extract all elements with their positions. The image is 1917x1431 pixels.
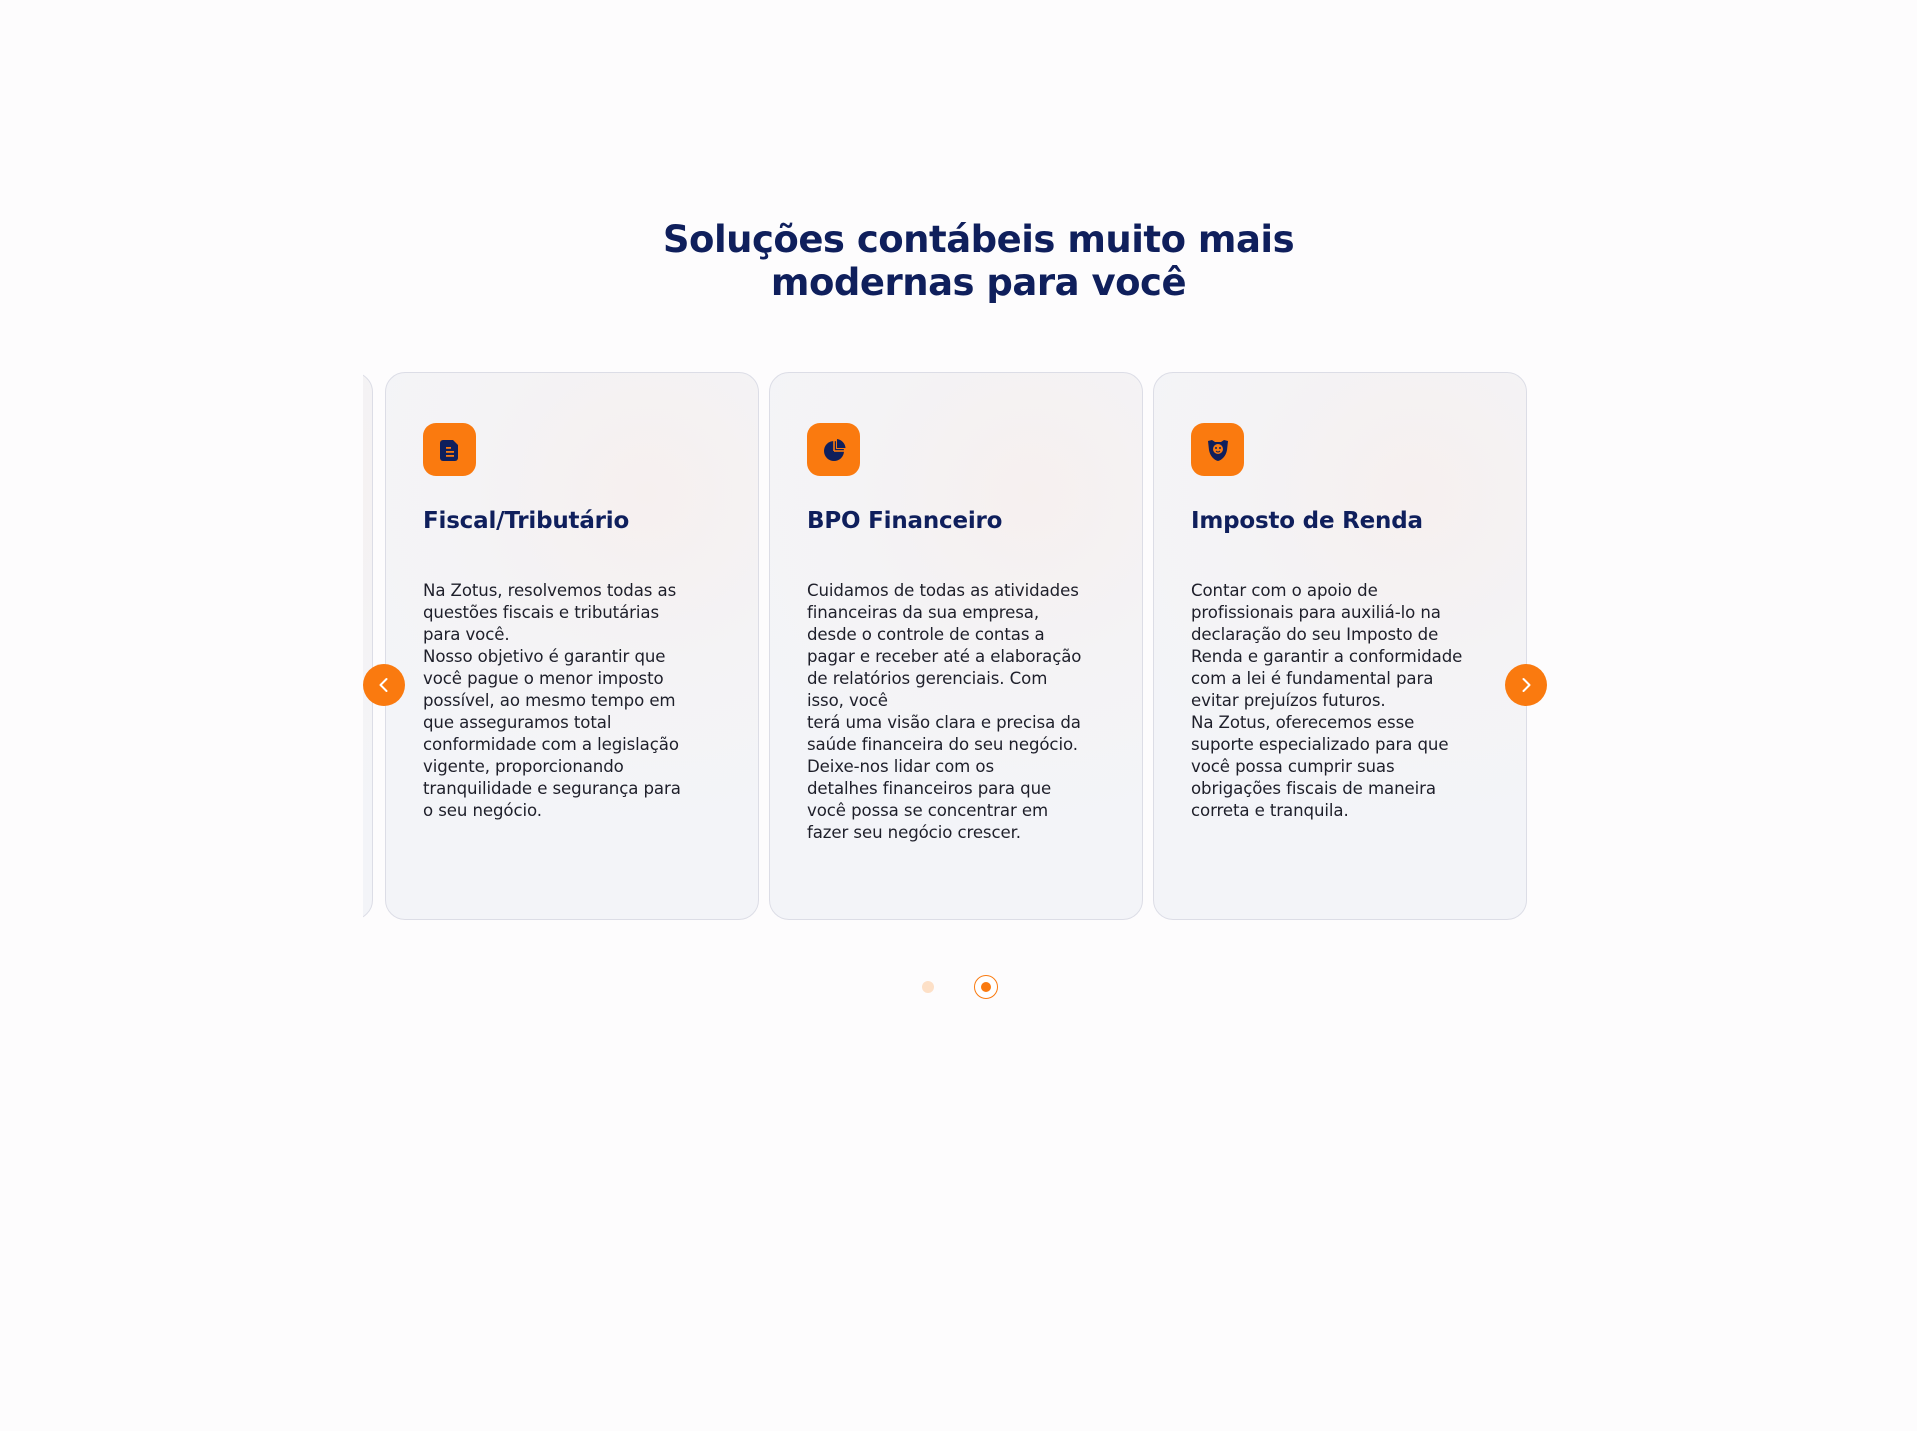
service-card-description: Contar com o apoio de profissionais para… [1191, 581, 1463, 820]
carousel-pagination [0, 975, 1917, 999]
chevron-right-icon [1522, 678, 1531, 692]
services-carousel: Fiscal/Tributário Na Zotus, resolvemos t… [363, 372, 1549, 920]
service-card-fiscal[interactable]: Fiscal/Tributário Na Zotus, resolvemos t… [385, 372, 759, 920]
section-title-line-1: Soluções contábeis muito mais [662, 218, 1295, 261]
pagination-dot-2-active[interactable] [974, 975, 998, 999]
section-title: Soluções contábeis muito mais modernas p… [0, 218, 1917, 304]
service-card-title: Imposto de Renda [1191, 508, 1423, 534]
service-card-previous-peek[interactable] [363, 372, 373, 920]
chevron-left-icon [379, 678, 388, 692]
service-card-imposto-de-renda[interactable]: Imposto de Renda Contar com o apoio de p… [1153, 372, 1527, 920]
pagination-dot-1[interactable] [922, 981, 934, 993]
section-title-line-2: modernas para você [770, 261, 1187, 304]
service-card-description: Cuidamos de todas as atividades financei… [807, 581, 1082, 842]
service-card-title: BPO Financeiro [807, 508, 1003, 534]
lion-shield-icon [1191, 423, 1244, 476]
document-icon [423, 423, 476, 476]
service-card-bpo[interactable]: BPO Financeiro Cuidamos de todas as ativ… [769, 372, 1143, 920]
carousel-prev-button[interactable] [363, 664, 405, 706]
carousel-next-button[interactable] [1505, 664, 1547, 706]
service-card-description: Na Zotus, resolvemos todas as questões f… [423, 581, 681, 820]
service-card-title: Fiscal/Tributário [423, 508, 630, 534]
pie-chart-icon [807, 423, 860, 476]
